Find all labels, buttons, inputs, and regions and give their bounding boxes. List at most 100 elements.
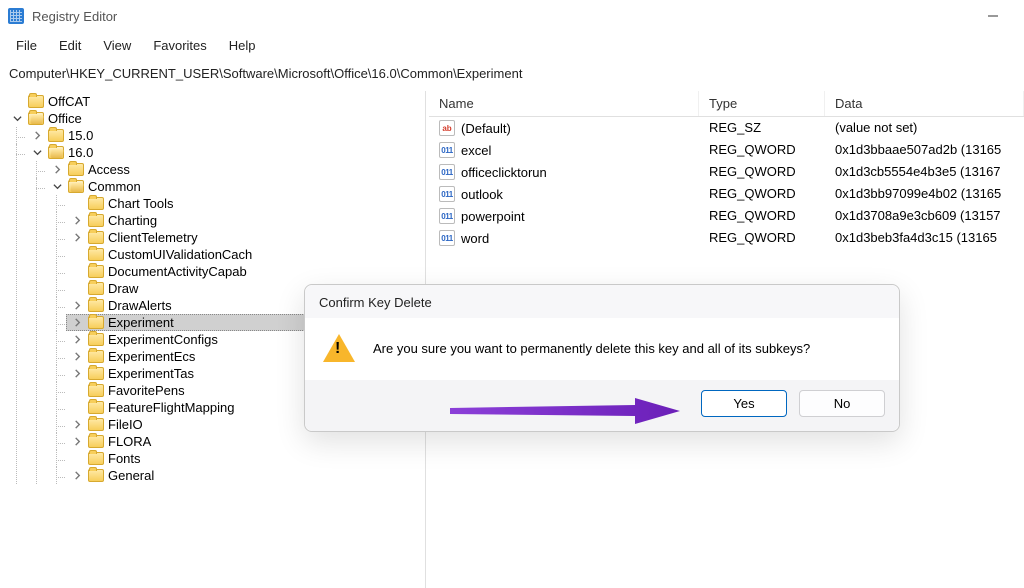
tree-label: Chart Tools — [108, 196, 174, 211]
app-icon — [8, 8, 24, 24]
list-row[interactable]: word REG_QWORD0x1d3beb3fa4d3c15 (13165 — [429, 227, 1024, 249]
list-row[interactable]: officeclicktorun REG_QWORD0x1d3cb5554e4b3… — [429, 161, 1024, 183]
tree-label: ExperimentEcs — [108, 349, 195, 364]
value-data: 0x1d3708a9e3cb609 (13157 — [825, 207, 1024, 225]
confirm-dialog: Confirm Key Delete Are you sure you want… — [304, 284, 900, 432]
folder-icon — [88, 418, 104, 431]
value-name: word — [461, 231, 489, 246]
list-row[interactable]: powerpoint REG_QWORD0x1d3708a9e3cb609 (13… — [429, 205, 1024, 227]
tree-label: Experiment — [108, 315, 174, 330]
list-row[interactable]: outlookREG_QWORD0x1d3bb97099e4b02 (13165 — [429, 183, 1024, 205]
value-type: REG_SZ — [699, 119, 825, 137]
tree-node[interactable]: DocumentActivityCapab — [66, 263, 425, 280]
value-name: officeclicktorun — [461, 165, 547, 180]
tree-label: CustomUIValidationCach — [108, 247, 252, 262]
value-type: REG_QWORD — [699, 207, 825, 225]
list-row[interactable]: excelREG_QWORD0x1d3bbaae507ad2b (13165 — [429, 139, 1024, 161]
value-icon — [439, 186, 455, 202]
folder-icon — [88, 384, 104, 397]
chevron-down-icon[interactable] — [10, 112, 24, 126]
tree-label: Common — [88, 179, 141, 194]
menu-favorites[interactable]: Favorites — [143, 34, 216, 57]
tree-label: DrawAlerts — [108, 298, 172, 313]
folder-icon — [68, 180, 84, 193]
value-icon — [439, 164, 455, 180]
menu-help[interactable]: Help — [219, 34, 266, 57]
title-bar: Registry Editor — [0, 0, 1024, 32]
tree-label: General — [108, 468, 154, 483]
warning-icon — [323, 334, 355, 362]
value-data: 0x1d3bb97099e4b02 (13165 — [825, 185, 1024, 203]
column-data[interactable]: Data — [825, 91, 1024, 116]
chevron-right-icon[interactable] — [70, 214, 84, 228]
tree-label: FLORA — [108, 434, 151, 449]
tree-label: Charting — [108, 213, 157, 228]
tree-label: 16.0 — [68, 145, 93, 160]
tree-label: ClientTelemetry — [108, 230, 198, 245]
chevron-right-icon[interactable] — [30, 129, 44, 143]
value-name: (Default) — [461, 121, 511, 136]
list-header: Name Type Data — [429, 91, 1024, 117]
value-data: 0x1d3cb5554e4b3e5 (13167 — [825, 163, 1024, 181]
chevron-right-icon[interactable] — [70, 350, 84, 364]
address-bar — [0, 58, 1024, 91]
folder-icon — [88, 350, 104, 363]
tree-label: FavoritePens — [108, 383, 185, 398]
menu-view[interactable]: View — [93, 34, 141, 57]
value-name: powerpoint — [461, 209, 525, 224]
list-row[interactable]: (Default)REG_SZ(value not set) — [429, 117, 1024, 139]
yes-button[interactable]: Yes — [701, 390, 787, 417]
tree-label: DocumentActivityCapab — [108, 264, 247, 279]
tree-node[interactable]: FLORA — [66, 433, 425, 450]
tree-node[interactable]: CustomUIValidationCach — [66, 246, 425, 263]
column-name[interactable]: Name — [429, 91, 699, 116]
folder-icon — [88, 469, 104, 482]
tree-node[interactable]: Access — [46, 161, 425, 178]
chevron-right-icon[interactable] — [70, 367, 84, 381]
tree-node[interactable]: Charting — [66, 212, 425, 229]
value-type: REG_QWORD — [699, 163, 825, 181]
folder-icon — [88, 367, 104, 380]
value-name: outlook — [461, 187, 503, 202]
column-type[interactable]: Type — [699, 91, 825, 116]
value-type: REG_QWORD — [699, 229, 825, 247]
menu-edit[interactable]: Edit — [49, 34, 91, 57]
value-data: 0x1d3beb3fa4d3c15 (13165 — [825, 229, 1024, 247]
tree-node[interactable]: Office — [6, 110, 425, 127]
chevron-right-icon[interactable] — [70, 333, 84, 347]
value-type: REG_QWORD — [699, 141, 825, 159]
chevron-right-icon[interactable] — [70, 299, 84, 313]
tree-node[interactable]: Chart Tools — [66, 195, 425, 212]
chevron-right-icon[interactable] — [70, 469, 84, 483]
minimize-button[interactable] — [970, 0, 1016, 32]
chevron-right-icon[interactable] — [70, 316, 84, 330]
folder-icon — [88, 299, 104, 312]
menu-file[interactable]: File — [6, 34, 47, 57]
chevron-right-icon[interactable] — [70, 231, 84, 245]
tree-label: 15.0 — [68, 128, 93, 143]
chevron-right-icon[interactable] — [70, 418, 84, 432]
tree-node[interactable]: OffCAT — [6, 93, 425, 110]
tree-node[interactable]: 16.0 — [26, 144, 425, 161]
dialog-title: Confirm Key Delete — [305, 285, 899, 318]
tree-node[interactable]: General — [66, 467, 425, 484]
folder-icon — [48, 146, 64, 159]
folder-icon — [88, 435, 104, 448]
chevron-right-icon[interactable] — [50, 163, 64, 177]
tree-label: Draw — [108, 281, 138, 296]
folder-icon — [88, 282, 104, 295]
tree-node[interactable]: Fonts — [66, 450, 425, 467]
tree-node[interactable]: Common — [46, 178, 425, 195]
address-input[interactable] — [6, 62, 1018, 85]
value-data: 0x1d3bbaae507ad2b (13165 — [825, 141, 1024, 159]
tree-label: ExperimentTas — [108, 366, 194, 381]
tree-node[interactable]: ClientTelemetry — [66, 229, 425, 246]
chevron-down-icon[interactable] — [50, 180, 64, 194]
value-icon — [439, 208, 455, 224]
tree-node[interactable]: 15.0 — [26, 127, 425, 144]
chevron-down-icon[interactable] — [30, 146, 44, 160]
no-button[interactable]: No — [799, 390, 885, 417]
tree-label: Fonts — [108, 451, 141, 466]
chevron-right-icon[interactable] — [70, 435, 84, 449]
folder-icon — [48, 129, 64, 142]
